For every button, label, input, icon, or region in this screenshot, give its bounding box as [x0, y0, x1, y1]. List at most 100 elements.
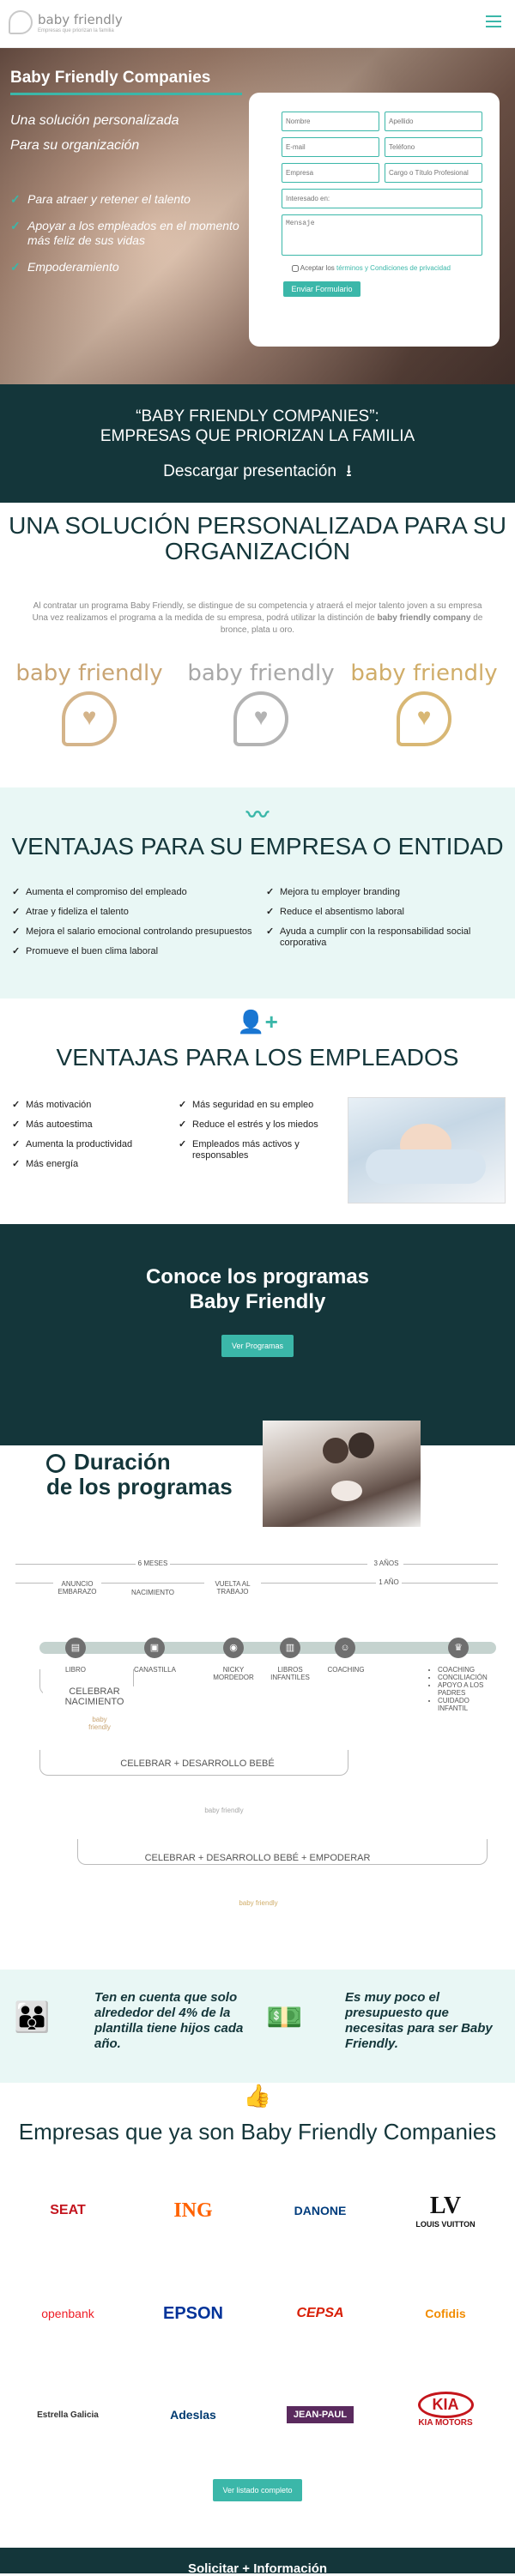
company-list-right: ✓ Mejora tu employer branding ✓ Reduce el …	[266, 887, 506, 957]
check-icon: ✓	[10, 192, 21, 206]
cofidis-logo: Cofidis	[425, 2307, 466, 2320]
hero-subtitle: Una solución personalizada Para su organ…	[10, 108, 251, 158]
check-icon: ✓	[12, 1119, 21, 1130]
thumbs-up-icon: 👍	[243, 2083, 272, 2108]
note-left: Ten en cuenta que solo alrededor del 4% …	[94, 1990, 244, 2051]
employees-title: VENTAJAS PARA LOS EMPLEADOS	[56, 1044, 459, 1071]
list-item: ✓ Ayuda a cumplir con la responsabilidad …	[266, 926, 471, 948]
trend-icon: 〰	[245, 802, 269, 828]
kia-logo: KIA KIA MOTORS	[398, 2388, 493, 2431]
basket-icon: ▣	[144, 1638, 165, 1658]
interes-field[interactable]	[282, 189, 482, 208]
companies-title: Empresas que ya son Baby Friendly Compan…	[18, 2119, 497, 2145]
list-item: ✓ Más motivación	[12, 1100, 92, 1110]
clock-icon	[46, 1454, 65, 1474]
gold-badge: baby friendly	[347, 661, 501, 746]
final-services-list: COACHING CONCILIACIÓN APOYO A LOS PADRES…	[429, 1666, 498, 1712]
family-photo	[263, 1421, 421, 1527]
hero-section: Baby Friendly Companies Una solución per…	[0, 48, 515, 384]
one-year-label: 1 AÑO	[379, 1578, 399, 1586]
six-months-label: 6 MESES	[137, 1559, 168, 1567]
list-item: ✓ Más energía	[12, 1159, 79, 1169]
note-right: Es muy poco el presupuesto que necesitas…	[345, 1990, 493, 2051]
books-icon: ▥	[280, 1638, 300, 1658]
mensaje-field[interactable]	[282, 214, 482, 256]
footer-title: Solicitar + Información	[187, 2561, 328, 2576]
celebrate-1: CELEBRAR NACIMIENTO	[43, 1686, 146, 1707]
consent-row: Aceptar los términos y Condiciones de pr…	[292, 264, 489, 272]
programs-title: Conoce los programas Baby Friendly	[145, 1265, 370, 1313]
heart-icon	[62, 691, 117, 746]
seat-logo: SEAT	[50, 2203, 86, 2217]
brand-name[interactable]: baby friendly	[38, 12, 123, 27]
brand-tagline: Empresas que priorizan la familia	[38, 28, 114, 33]
jean-paul-logo: JEAN-PAUL	[273, 2393, 367, 2436]
milestone-label: ANUNCIO EMBARAZO	[53, 1580, 101, 1596]
check-icon: ✓	[12, 946, 21, 956]
duration-title: Duración de los programas	[46, 1449, 233, 1499]
list-item: ✓ Mejora el salario emocional controlando…	[12, 926, 252, 937]
check-icon: ✓	[179, 1100, 187, 1110]
check-icon: ✓	[12, 1100, 21, 1110]
consent-checkbox[interactable]	[292, 264, 299, 272]
coaching-icon: ☺	[335, 1638, 355, 1658]
empresa-field[interactable]	[282, 163, 379, 183]
logo-icon[interactable]	[9, 10, 33, 34]
check-icon: ✓	[10, 260, 21, 274]
programs-button[interactable]: Ver Programas	[221, 1335, 294, 1357]
list-item: ✓ Más autoestima	[12, 1119, 93, 1130]
list-item: ✓ Aumenta el compromiso del empleado	[12, 887, 187, 897]
add-user-icon: 👤+	[237, 1009, 278, 1035]
hamburger-icon[interactable]	[486, 15, 501, 27]
email-field[interactable]	[282, 137, 379, 157]
download-link[interactable]: Descargar presentación ⭳	[0, 459, 515, 486]
celebrate-3: CELEBRAR + DESARROLLO BEBÉ + EMPODERAR	[129, 1853, 386, 1863]
list-item: ✓ Aumenta la productividad	[12, 1139, 133, 1149]
company-title: VENTAJAS PARA SU EMPRESA O ENTIDAD	[11, 833, 504, 860]
silver-badge: baby friendly	[184, 661, 338, 746]
check-icon: ✓	[266, 887, 275, 897]
check-icon: ✓	[12, 1139, 21, 1149]
list-item: ✓ Mejora tu employer branding	[266, 887, 401, 897]
consent-label: Aceptar los	[300, 264, 335, 272]
family-icon: 👪	[14, 2001, 51, 2034]
hero-underline	[10, 93, 242, 95]
download-icon[interactable]: ⭳	[346, 462, 352, 480]
check-icon: ✓	[179, 1119, 187, 1130]
submit-button[interactable]: Enviar Formulario	[283, 281, 360, 297]
list-item: ✓ Reduce el estrés y los miedos	[179, 1119, 318, 1130]
check-icon: ✓	[12, 926, 21, 937]
money-icon: 💵	[266, 2001, 303, 2034]
milestone-label: VUELTA AL TRABAJO	[204, 1580, 261, 1596]
check-icon: ✓	[12, 887, 21, 897]
epson-logo: EPSON	[162, 2303, 224, 2323]
solution-paragraph: Al contratar un programa Baby Friendly, …	[32, 601, 483, 635]
telefono-field[interactable]	[385, 137, 482, 157]
families-title: “BABY FRIENDLY COMPANIES”: EMPRESAS QUE …	[100, 407, 415, 445]
bronze-badge: baby friendly	[12, 661, 167, 746]
hero-title: Baby Friendly Companies	[10, 69, 211, 87]
hero-subtitle-2: Para su organización	[10, 138, 140, 153]
celebrate-2: CELEBRAR + DESARROLLO BEBÉ	[112, 1759, 283, 1769]
privacy-link[interactable]: términos y Condiciones de privacidad	[336, 264, 451, 272]
check-icon: ✓	[179, 1139, 187, 1149]
hero-bullet: ✓ Apoyar a los empleados en el momento má…	[10, 219, 239, 247]
cargo-field[interactable]	[385, 163, 482, 183]
bronze-medal: baby friendly	[88, 1716, 111, 1731]
ing-logo: ING	[173, 2199, 213, 2222]
heart-icon	[397, 691, 451, 746]
top-bar: baby friendly Empresas que priorizan la …	[0, 0, 515, 48]
check-icon: ✓	[12, 1159, 21, 1169]
hero-bullet: ✓ Para atraer y retener el talento	[10, 192, 191, 206]
check-icon: ✓	[12, 907, 21, 917]
hero-bullet: ✓ Empoderamiento	[10, 260, 119, 274]
gold-medal: baby friendly	[239, 1899, 278, 1907]
milestone-label: NACIMIENTO	[129, 1589, 177, 1596]
timeline-bar	[39, 1642, 496, 1654]
hero-bullets: ✓ Para atraer y retener el talento ✓ Apoya…	[10, 192, 251, 287]
adeslas-logo: Adeslas	[170, 2408, 216, 2422]
employees-list-left: ✓ Más motivación ✓ Más autoestima ✓ Aumenta…	[12, 1100, 175, 1179]
openbank-logo: openbank	[41, 2307, 94, 2320]
full-list-button[interactable]: Ver listado completo	[213, 2479, 302, 2501]
list-item: ✓ Reduce el absentismo laboral	[266, 907, 404, 917]
